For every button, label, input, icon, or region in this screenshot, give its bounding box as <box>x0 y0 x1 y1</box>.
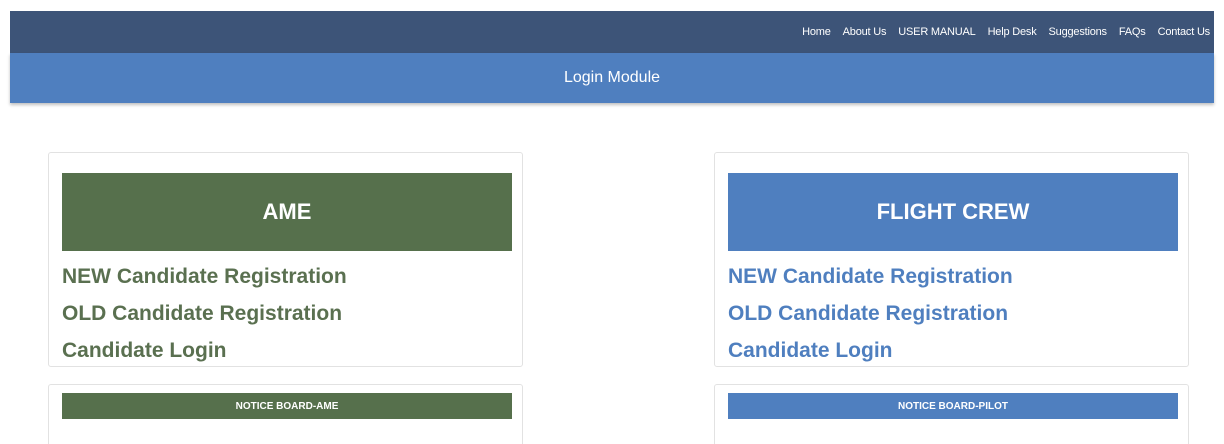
flight-crew-old-registration-link[interactable]: OLD Candidate Registration <box>728 295 1013 332</box>
top-navigation: Home About Us USER MANUAL Help Desk Sugg… <box>10 11 1214 53</box>
flight-crew-links-list: NEW Candidate Registration OLD Candidate… <box>728 258 1013 369</box>
ame-card-title: AME <box>62 173 512 251</box>
ame-notice-board: NOTICE BOARD-AME <box>48 384 523 444</box>
module-title: Login Module <box>563 69 661 86</box>
nav-faqs-link[interactable]: FAQs <box>1119 26 1146 38</box>
ame-old-registration-link[interactable]: OLD Candidate Registration <box>62 295 347 332</box>
flight-crew-candidate-login-link[interactable]: Candidate Login <box>728 332 1013 369</box>
ame-candidate-login-link[interactable]: Candidate Login <box>62 332 347 369</box>
ame-login-card: AME NEW Candidate Registration OLD Candi… <box>48 152 523 367</box>
pilot-notice-board: NOTICE BOARD-PILOT <box>714 384 1189 444</box>
flight-crew-login-card: FLIGHT CREW NEW Candidate Registration O… <box>714 152 1189 367</box>
nav-home-link[interactable]: Home <box>802 26 831 38</box>
nav-about-us-link[interactable]: About Us <box>843 26 887 38</box>
nav-contact-us-link[interactable]: Contact Us <box>1158 26 1211 38</box>
nav-user-manual-link[interactable]: USER MANUAL <box>898 26 975 38</box>
ame-new-registration-link[interactable]: NEW Candidate Registration <box>62 258 347 295</box>
nav-suggestions-link[interactable]: Suggestions <box>1049 26 1108 38</box>
pilot-notice-board-title: NOTICE BOARD-PILOT <box>728 393 1178 419</box>
module-title-bar: Login Module <box>10 53 1214 103</box>
ame-links-list: NEW Candidate Registration OLD Candidate… <box>62 258 347 369</box>
flight-crew-new-registration-link[interactable]: NEW Candidate Registration <box>728 258 1013 295</box>
nav-help-desk-link[interactable]: Help Desk <box>988 26 1037 38</box>
flight-crew-card-title: FLIGHT CREW <box>728 173 1178 251</box>
ame-notice-board-title: NOTICE BOARD-AME <box>62 393 512 419</box>
